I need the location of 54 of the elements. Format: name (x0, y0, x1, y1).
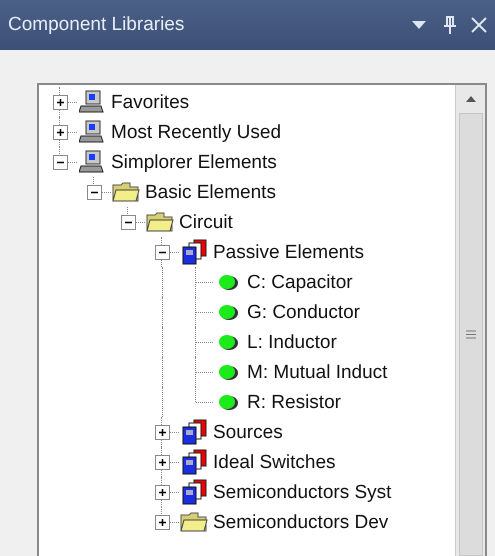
bead-icon (217, 333, 239, 351)
expand-toggle[interactable] (154, 484, 170, 500)
computer-icon (79, 120, 105, 144)
dropdown-icon[interactable] (411, 20, 427, 30)
grip-icon (466, 330, 476, 339)
expand-toggle[interactable] (154, 514, 170, 530)
tree-item[interactable]: Semiconductors Syst (213, 482, 392, 502)
tree-item[interactable]: M: Mutual Induct (247, 362, 388, 382)
folder-icon (146, 211, 174, 233)
folder-icon (180, 511, 208, 533)
scroll-thumb[interactable] (458, 113, 482, 556)
computer-icon (79, 90, 105, 114)
stacked-boxes-icon (181, 419, 207, 445)
tree-item[interactable]: L: Inductor (247, 332, 337, 352)
tree-item[interactable]: Favorites (111, 92, 190, 112)
tree-item[interactable]: Simplorer Elements (111, 152, 277, 172)
computer-icon (79, 150, 105, 174)
expand-toggle[interactable] (154, 424, 170, 440)
close-icon[interactable] (471, 17, 487, 33)
tree-item[interactable]: Basic Elements (145, 182, 276, 202)
plus-icon (56, 128, 64, 136)
bead-icon (217, 273, 239, 291)
tree-item[interactable]: Passive Elements (213, 242, 364, 262)
tree-item[interactable]: Semiconductors Dev (213, 512, 388, 532)
scroll-up-icon[interactable] (464, 95, 476, 103)
stacked-boxes-icon (181, 239, 207, 265)
plus-icon (56, 98, 64, 106)
stacked-boxes-icon (181, 449, 207, 475)
collapse-toggle[interactable] (120, 214, 136, 230)
panel-title: Component Libraries (8, 12, 186, 37)
folder-icon (112, 181, 140, 203)
stacked-boxes-icon (181, 479, 207, 505)
plus-icon (158, 518, 166, 526)
plus-icon (158, 458, 166, 466)
bead-icon (217, 363, 239, 381)
collapse-toggle[interactable] (86, 184, 102, 200)
collapse-toggle[interactable] (52, 154, 68, 170)
bead-icon (217, 393, 239, 411)
expand-toggle[interactable] (52, 94, 68, 110)
tree-item[interactable]: R: Resistor (247, 392, 341, 412)
collapse-toggle[interactable] (154, 244, 170, 260)
expand-toggle[interactable] (52, 124, 68, 140)
tree-item[interactable]: Most Recently Used (111, 122, 282, 142)
tree-item[interactable]: G: Conductor (247, 302, 360, 322)
plus-icon (158, 428, 166, 436)
tree-item[interactable]: C: Capacitor (247, 272, 353, 292)
expand-toggle[interactable] (154, 454, 170, 470)
scrollbar[interactable] (455, 85, 485, 556)
tree-item[interactable]: Circuit (179, 212, 233, 232)
bead-icon (217, 303, 239, 321)
plus-icon (158, 488, 166, 496)
tree-item[interactable]: Sources (213, 422, 283, 442)
pin-icon[interactable] (443, 15, 457, 35)
tree-item[interactable]: Ideal Switches (213, 452, 336, 472)
